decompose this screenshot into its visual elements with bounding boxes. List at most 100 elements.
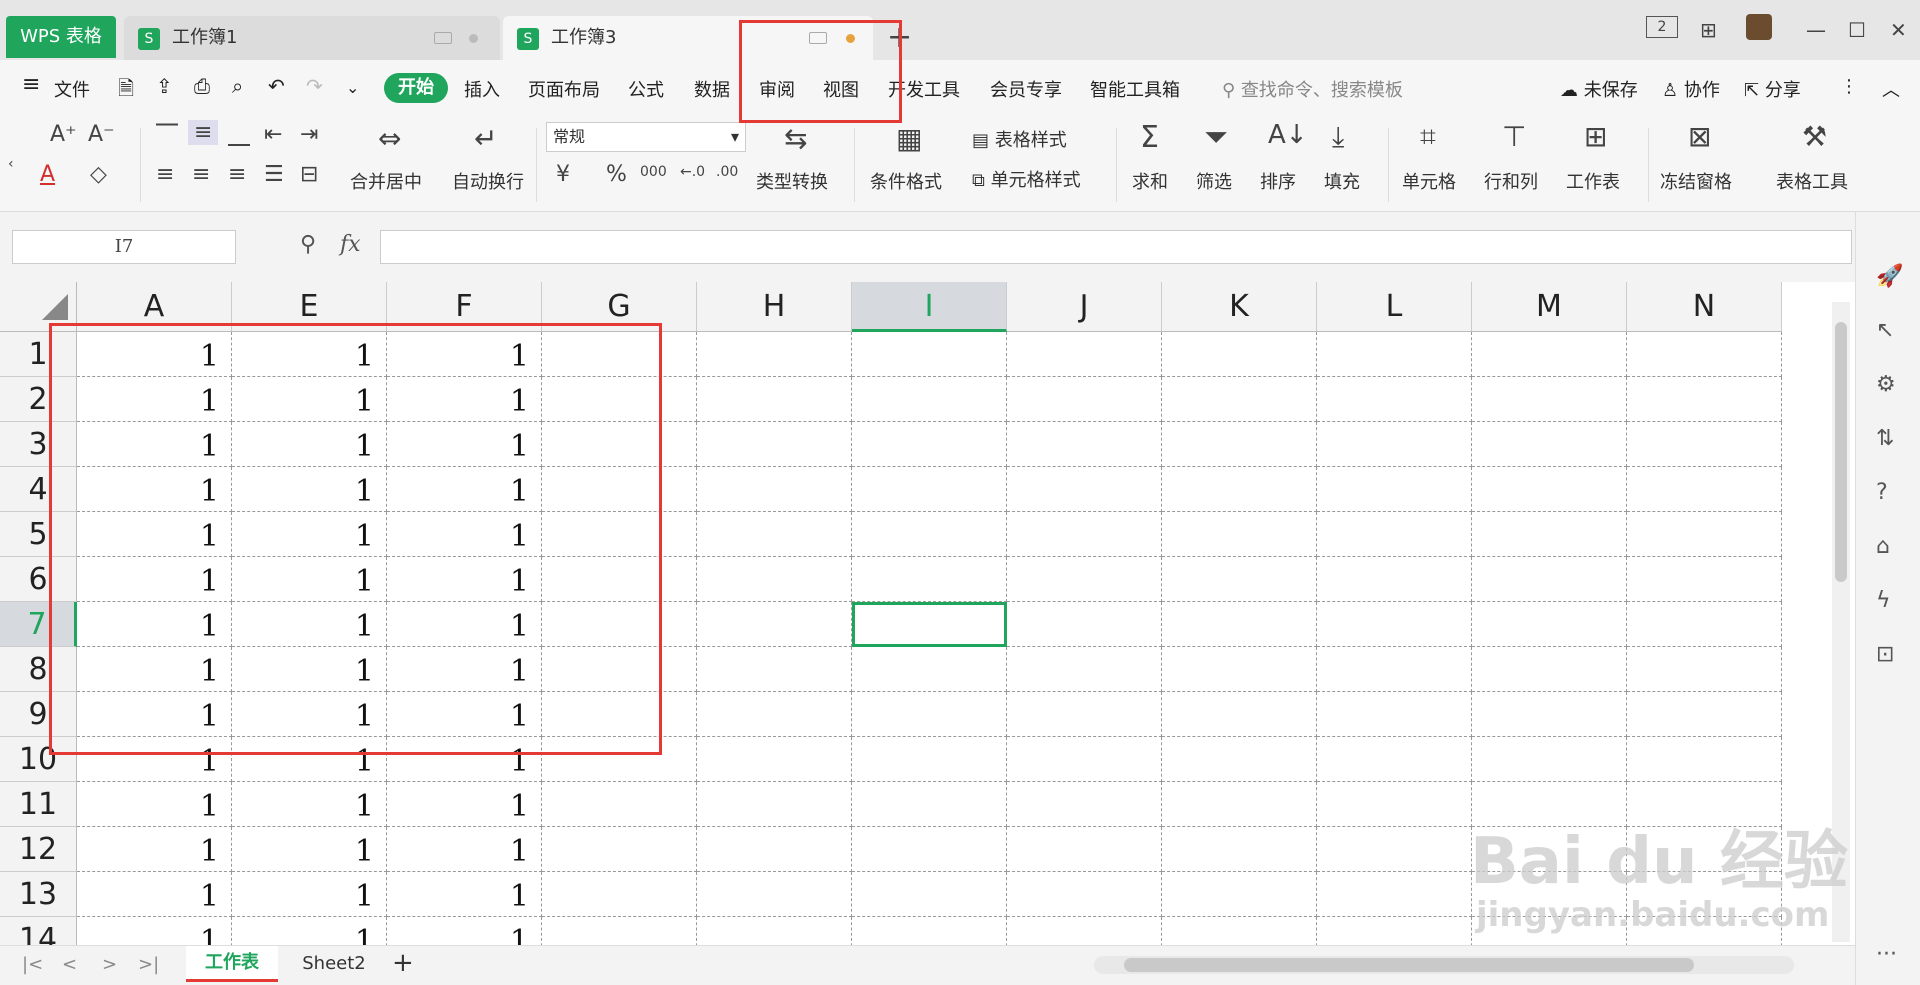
cell-m3[interactable] <box>1472 422 1627 467</box>
sheet-tab[interactable]: Sheet2 <box>286 946 382 982</box>
print-icon[interactable]: ⎙ <box>194 74 210 98</box>
cell-h2[interactable] <box>697 377 852 422</box>
cell-n3[interactable] <box>1627 422 1782 467</box>
filter-icon[interactable]: ⏷ <box>1204 120 1228 155</box>
help-icon[interactable]: ? <box>1876 480 1888 505</box>
cell-k13[interactable] <box>1162 872 1317 917</box>
last-sheet-icon[interactable]: >| <box>138 954 159 975</box>
cell-n4[interactable] <box>1627 467 1782 512</box>
cell-i8[interactable] <box>852 647 1007 692</box>
cell-l1[interactable] <box>1317 332 1472 377</box>
menu-file[interactable]: 文件 <box>54 76 90 102</box>
cell-h8[interactable] <box>697 647 852 692</box>
sort-icon[interactable]: A↓ <box>1268 120 1308 150</box>
cell-e14[interactable]: 1 <box>232 917 387 945</box>
horizontal-scrollbar[interactable] <box>1094 956 1794 974</box>
cell-i6[interactable] <box>852 557 1007 602</box>
cell-j8[interactable] <box>1007 647 1162 692</box>
filter-button[interactable]: 筛选 <box>1196 168 1232 194</box>
minimize-icon[interactable]: — <box>1806 18 1826 42</box>
cell-k1[interactable] <box>1162 332 1317 377</box>
cell-l10[interactable] <box>1317 737 1472 782</box>
align-center-icon[interactable]: ≡ <box>192 162 210 187</box>
align-middle-icon[interactable]: ≡ <box>188 120 219 145</box>
cell-a13[interactable]: 1 <box>77 872 232 917</box>
monitor-icon[interactable] <box>434 32 452 44</box>
align-left-icon[interactable]: ≡ <box>156 162 174 187</box>
cell-m7[interactable] <box>1472 602 1627 647</box>
cell-j5[interactable] <box>1007 512 1162 557</box>
avatar[interactable] <box>1746 14 1772 40</box>
cell-h7[interactable] <box>697 602 852 647</box>
cell-i4[interactable] <box>852 467 1007 512</box>
table-style-button[interactable]: ▤ 表格样式 <box>972 126 1067 152</box>
cell-k5[interactable] <box>1162 512 1317 557</box>
cell-l13[interactable] <box>1317 872 1472 917</box>
cell-h3[interactable] <box>697 422 852 467</box>
cell-n5[interactable] <box>1627 512 1782 557</box>
thousands-icon[interactable]: 000 <box>640 164 667 180</box>
cell-i12[interactable] <box>852 827 1007 872</box>
cell-n2[interactable] <box>1627 377 1782 422</box>
cell-i10[interactable] <box>852 737 1007 782</box>
cell-style-button[interactable]: ⧉ 单元格样式 <box>972 166 1081 192</box>
indent-increase-icon[interactable]: ⇥ <box>300 122 318 147</box>
worksheet-icon[interactable]: ⊞ <box>1584 120 1607 153</box>
table-tools-icon[interactable]: ⚒ <box>1802 120 1827 153</box>
print-preview-icon[interactable]: ⌕ <box>232 74 243 98</box>
cell-n7[interactable] <box>1627 602 1782 647</box>
align-right-icon[interactable]: ≡ <box>228 162 246 187</box>
menu-formula[interactable]: 公式 <box>628 76 664 102</box>
more-dots-icon[interactable]: ··· <box>1876 942 1897 967</box>
conditional-format-button[interactable]: 条件格式 <box>870 168 942 194</box>
merge-center-button[interactable]: 合并居中 <box>350 168 422 194</box>
type-convert-button[interactable]: 类型转换 <box>756 168 828 194</box>
sheet-tab-active[interactable]: 工作表 <box>186 946 278 982</box>
undo-icon[interactable]: ↶ <box>268 74 285 98</box>
cell-j4[interactable] <box>1007 467 1162 512</box>
cell-l6[interactable] <box>1317 557 1472 602</box>
menu-data[interactable]: 数据 <box>694 76 730 102</box>
cell-l8[interactable] <box>1317 647 1472 692</box>
first-sheet-icon[interactable]: |< <box>22 954 43 975</box>
cell-j2[interactable] <box>1007 377 1162 422</box>
cell-k12[interactable] <box>1162 827 1317 872</box>
cell-k2[interactable] <box>1162 377 1317 422</box>
cell-h13[interactable] <box>697 872 852 917</box>
column-header-i[interactable]: I <box>852 282 1007 332</box>
scroll-thumb[interactable] <box>1124 958 1694 972</box>
cell-h12[interactable] <box>697 827 852 872</box>
menu-insert[interactable]: 插入 <box>464 76 500 102</box>
cell-i5[interactable] <box>852 512 1007 557</box>
cursor-icon[interactable]: ↖ <box>1876 318 1894 343</box>
cell-n1[interactable] <box>1627 332 1782 377</box>
grid-apps-icon[interactable]: ⊞ <box>1700 18 1717 42</box>
cell-l14[interactable] <box>1317 917 1472 945</box>
cell-m10[interactable] <box>1472 737 1627 782</box>
close-icon[interactable]: ✕ <box>1890 18 1907 42</box>
cell-n6[interactable] <box>1627 557 1782 602</box>
sum-button[interactable]: 求和 <box>1132 168 1168 194</box>
percent-icon[interactable]: % <box>606 162 627 187</box>
row-header-14[interactable]: 14 <box>0 917 77 945</box>
wps-home-tab[interactable]: WPS 表格 <box>6 16 116 58</box>
cell-h6[interactable] <box>697 557 852 602</box>
cell-g11[interactable] <box>542 782 697 827</box>
column-header-l[interactable]: L <box>1317 282 1472 332</box>
currency-icon[interactable]: ¥ <box>556 162 570 187</box>
align-bottom-icon[interactable]: ⎽ <box>228 122 250 147</box>
column-header-h[interactable]: H <box>697 282 852 332</box>
menu-start[interactable]: 开始 <box>384 73 448 103</box>
maximize-icon[interactable]: ☐ <box>1848 18 1866 42</box>
cell-j3[interactable] <box>1007 422 1162 467</box>
column-header-m[interactable]: M <box>1472 282 1627 332</box>
cell-n9[interactable] <box>1627 692 1782 737</box>
row-col-icon[interactable]: ⊤ <box>1502 120 1526 153</box>
align-top-icon[interactable]: ⎺ <box>156 122 178 147</box>
increase-decimal-icon[interactable]: ←.0 <box>680 164 705 180</box>
column-header-j[interactable]: J <box>1007 282 1162 332</box>
column-header-n[interactable]: N <box>1627 282 1782 332</box>
cell-k4[interactable] <box>1162 467 1317 512</box>
cell-j6[interactable] <box>1007 557 1162 602</box>
eraser-icon[interactable]: ◇ <box>90 162 107 187</box>
